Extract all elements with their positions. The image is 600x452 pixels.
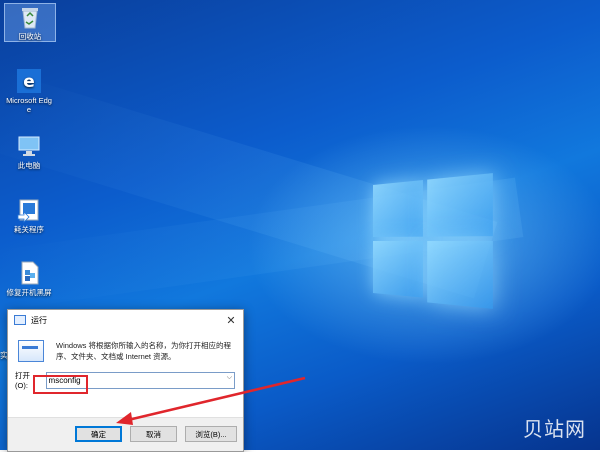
windows-logo-pane bbox=[373, 180, 423, 237]
run-dialog-body: Windows 将根据你所输入的名称，为你打开相应的程序、文件夹、文档或 Int… bbox=[8, 330, 243, 362]
cancel-button[interactable]: 取消 bbox=[130, 426, 177, 442]
watermark: 贝站网 bbox=[523, 413, 586, 442]
input-highlight-box bbox=[33, 375, 88, 394]
desktop-icon-edge[interactable]: e Microsoft Edge bbox=[4, 68, 54, 114]
desktop-icon-file[interactable]: 修复开机黑屏 bbox=[4, 260, 54, 297]
ok-button[interactable]: 确定 bbox=[75, 426, 122, 442]
windows-logo-pane bbox=[427, 241, 493, 309]
windows-logo-pane bbox=[427, 173, 493, 237]
desktop-icon-label: Microsoft Edge bbox=[4, 96, 54, 114]
close-icon[interactable]: ✕ bbox=[219, 314, 243, 327]
run-dialog-title: 运行 bbox=[31, 315, 47, 326]
run-dialog-footer: 确定 取消 浏览(B)... bbox=[8, 417, 243, 451]
chevron-down-icon[interactable]: ⌵ bbox=[227, 374, 232, 382]
desktop-icon-label: 修复开机黑屏 bbox=[4, 288, 54, 297]
desktop-icon-this-pc[interactable]: 此电脑 bbox=[4, 133, 54, 170]
run-program-icon bbox=[18, 340, 44, 362]
windows-logo-pane bbox=[373, 241, 423, 298]
desktop-icon-label: 回收站 bbox=[5, 32, 55, 41]
app-icon bbox=[16, 197, 42, 223]
file-icon bbox=[16, 260, 42, 286]
windows-logo bbox=[373, 173, 493, 309]
svg-text:e: e bbox=[23, 72, 35, 92]
run-description: Windows 将根据你所输入的名称，为你打开相应的程序、文件夹、文档或 Int… bbox=[56, 340, 233, 362]
desktop-icon-app[interactable]: 耗关程序 bbox=[4, 197, 54, 234]
edge-icon: e bbox=[16, 68, 42, 94]
run-app-icon bbox=[14, 315, 26, 325]
computer-icon bbox=[16, 133, 42, 159]
recycle-bin-icon bbox=[17, 4, 43, 30]
desktop-icon-label: 此电脑 bbox=[4, 161, 54, 170]
run-dialog-titlebar[interactable]: 运行 ✕ bbox=[8, 310, 243, 330]
desktop-icon-recycle-bin[interactable]: 回收站 bbox=[4, 3, 56, 42]
desktop-icon-label: 耗关程序 bbox=[4, 225, 54, 234]
browse-button[interactable]: 浏览(B)... bbox=[185, 426, 237, 442]
